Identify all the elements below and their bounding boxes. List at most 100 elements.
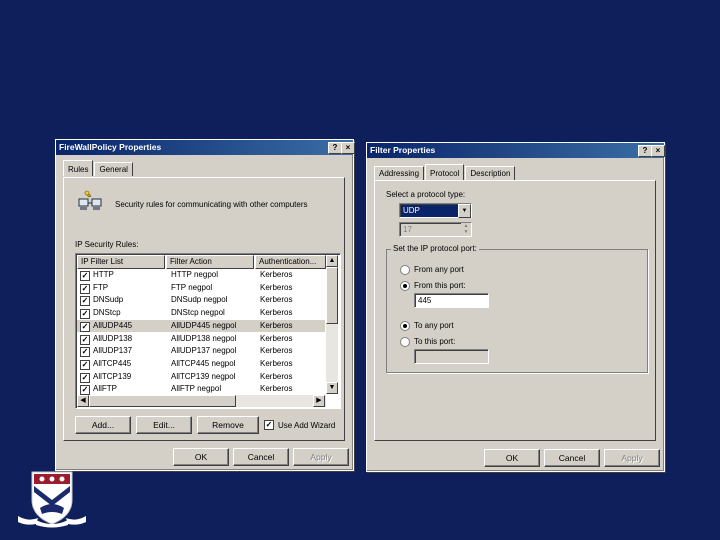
column-ip-filter-list[interactable]: IP Filter List xyxy=(77,255,165,269)
rule-filter-name: AllTCP445 xyxy=(93,358,132,368)
rule-checkbox[interactable]: ✓ xyxy=(80,359,90,370)
cancel-button[interactable]: Cancel xyxy=(233,448,289,466)
protocol-label: Select a protocol type: xyxy=(386,190,466,199)
rule-row[interactable]: ✓ AllUDP137 AllUDP137 negpol Kerberos xyxy=(77,345,325,358)
rule-filter-action: AllUDP137 negpol xyxy=(171,346,237,356)
use-wizard-label: Use Add Wizard xyxy=(278,421,336,430)
rule-row[interactable]: ✓ FTP FTP negpol Kerberos xyxy=(77,282,325,295)
rule-checkbox[interactable]: ✓ xyxy=(80,296,90,307)
column-filter-action[interactable]: Filter Action xyxy=(166,255,254,269)
rule-authentication: Kerberos xyxy=(260,346,293,356)
rule-filter-name: HTTP xyxy=(93,270,114,279)
help-button[interactable]: ? xyxy=(328,142,342,154)
rule-authentication: Kerberos xyxy=(260,270,293,279)
tab-strip-filter: Addressing Protocol Description xyxy=(374,164,516,180)
rule-authentication: Kerberos xyxy=(260,295,293,305)
scroll-thumb[interactable] xyxy=(326,267,338,324)
rules-list[interactable]: IP Filter List Filter Action Authenticat… xyxy=(75,253,341,409)
add-button[interactable]: Add... xyxy=(75,416,131,434)
scroll-left-icon[interactable]: ◀ xyxy=(77,395,89,407)
rule-row[interactable]: ✓ DNSudp DNSudp negpol Kerberos xyxy=(77,294,325,307)
rule-checkbox[interactable]: ✓ xyxy=(80,271,90,281)
rule-filter-action: AllTCP139 negpol xyxy=(171,371,236,381)
to-port-input xyxy=(414,349,489,364)
rule-filter-action: FTP negpol xyxy=(171,282,213,292)
rule-checkbox[interactable]: ✓ xyxy=(80,334,90,345)
rule-row[interactable]: ✓ AllTCP139 AllTCP139 negpol Kerberos xyxy=(77,371,325,384)
rule-authentication: Kerberos xyxy=(260,333,293,343)
rule-filter-name: AllUDP138 xyxy=(93,333,133,343)
rule-filter-action: HTTP negpol xyxy=(171,270,218,279)
dialog-title-filter: Filter Properties xyxy=(370,145,436,155)
rule-row[interactable]: ✓ HTTP HTTP negpol Kerberos xyxy=(77,269,325,282)
help-button-filter[interactable]: ? xyxy=(638,145,652,157)
use-wizard-checkbox[interactable]: ✓ xyxy=(264,420,274,430)
rule-checkbox[interactable]: ✓ xyxy=(80,321,90,332)
to-any-port-radio[interactable] xyxy=(400,321,410,331)
from-this-port-radio[interactable] xyxy=(400,281,410,291)
horizontal-scrollbar[interactable]: ◀ ▶ xyxy=(77,395,326,407)
from-port-input[interactable]: 445 xyxy=(414,293,489,308)
rule-authentication: Kerberos xyxy=(260,282,293,292)
close-button-filter[interactable]: × xyxy=(651,145,665,157)
cancel-button-filter[interactable]: Cancel xyxy=(544,449,600,467)
scroll-right-icon[interactable]: ▶ xyxy=(313,395,325,407)
filter-properties-dialog: Filter Properties ? × Addressing Protoco… xyxy=(366,142,665,472)
scroll-thumb-h[interactable] xyxy=(89,395,236,407)
vertical-scrollbar[interactable]: ▲ ▼ xyxy=(326,255,338,394)
tab-addressing[interactable]: Addressing xyxy=(374,166,425,180)
tab-description[interactable]: Description xyxy=(465,166,516,180)
title-bar[interactable]: FireWallPolicy Properties ? × xyxy=(56,140,355,155)
protocol-select[interactable]: UDP ▼ xyxy=(399,203,472,218)
close-button[interactable]: × xyxy=(341,142,355,154)
firewall-policy-dialog: FireWallPolicy Properties ? × Rules Gene… xyxy=(55,139,355,471)
tab-general[interactable]: General xyxy=(94,162,133,176)
ok-button[interactable]: OK xyxy=(173,448,229,466)
from-any-port-label: From any port xyxy=(414,265,464,274)
apply-button[interactable]: Apply xyxy=(293,448,349,466)
protocol-panel: Select a protocol type: UDP ▼ 17 ▲ ▼ Set … xyxy=(374,180,656,441)
rule-authentication: Kerberos xyxy=(260,371,293,381)
rule-checkbox[interactable]: ✓ xyxy=(80,385,90,396)
remove-button[interactable]: Remove xyxy=(197,416,259,434)
from-any-port-radio[interactable] xyxy=(400,265,410,275)
protocol-number-field: 17 ▲ ▼ xyxy=(399,222,472,237)
rule-filter-action: DNSudp negpol xyxy=(171,295,228,305)
tab-protocol[interactable]: Protocol xyxy=(425,164,465,180)
rule-filter-action: AllTCP445 negpol xyxy=(171,358,236,368)
edit-button[interactable]: Edit... xyxy=(136,416,192,434)
scroll-down-icon[interactable]: ▼ xyxy=(326,382,338,394)
rule-row[interactable]: ✓ AllUDP138 AllUDP138 negpol Kerberos xyxy=(77,333,325,346)
to-this-port-label: To this port: xyxy=(414,337,456,346)
rule-checkbox[interactable]: ✓ xyxy=(80,347,90,358)
scroll-up-icon[interactable]: ▲ xyxy=(326,255,338,267)
rule-filter-name: AllTCP139 xyxy=(93,371,132,381)
dropdown-arrow-icon[interactable]: ▼ xyxy=(458,204,471,218)
rule-checkbox[interactable]: ✓ xyxy=(80,283,90,294)
title-bar-filter[interactable]: Filter Properties ? × xyxy=(367,143,665,158)
rule-row[interactable]: ✓ AllUDP445 AllUDP445 negpol Kerberos xyxy=(77,319,325,333)
rule-authentication: Kerberos xyxy=(260,308,293,318)
rule-checkbox[interactable]: ✓ xyxy=(80,309,90,320)
port-group-title: Set the IP protocol port: xyxy=(391,244,479,253)
column-authentication[interactable]: Authentication... xyxy=(255,255,326,269)
network-computers-icon xyxy=(78,190,104,214)
protocol-value: UDP xyxy=(403,206,420,215)
rules-description: Security rules for communicating with ot… xyxy=(115,200,308,209)
rule-checkbox[interactable]: ✓ xyxy=(80,372,90,383)
rule-filter-name: DNStcp xyxy=(93,308,121,318)
rule-filter-action: DNStcp negpol xyxy=(171,308,225,318)
rules-panel: Security rules for communicating with ot… xyxy=(63,177,345,441)
rule-row[interactable]: ✓ AllTCP445 AllTCP445 negpol Kerberos xyxy=(77,358,325,371)
apply-button-filter[interactable]: Apply xyxy=(604,449,660,467)
rule-row[interactable]: ✓ DNStcp DNStcp negpol Kerberos xyxy=(77,307,325,320)
from-this-port-label: From this port: xyxy=(414,281,466,290)
rule-filter-name: FTP xyxy=(93,282,109,292)
port-group: Set the IP protocol port: From any port … xyxy=(386,244,648,373)
tab-rules[interactable]: Rules xyxy=(63,160,94,176)
rule-filter-name: AllUDP445 xyxy=(93,320,133,330)
rule-filter-name: DNSudp xyxy=(93,295,124,305)
ok-button-filter[interactable]: OK xyxy=(484,449,540,467)
to-this-port-radio[interactable] xyxy=(400,337,410,347)
dialog-title: FireWallPolicy Properties xyxy=(59,142,162,152)
